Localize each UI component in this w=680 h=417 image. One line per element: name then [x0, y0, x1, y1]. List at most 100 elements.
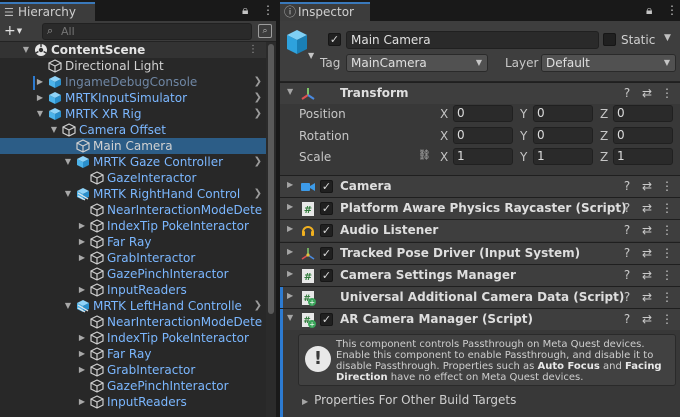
component-header[interactable]: ▼ # + ✓ AR Camera Manager (Script)? ⇄ ⋮ [280, 308, 680, 331]
rotation-y-field[interactable]: 0 [533, 127, 593, 144]
chevron-right-icon[interactable]: ▶ [287, 247, 293, 256]
open-prefab-icon[interactable]: ❯ [254, 74, 262, 90]
open-prefab-icon[interactable]: ❯ [254, 186, 262, 202]
help-icon[interactable]: ? [620, 201, 634, 215]
chevron-down-icon[interactable]: ▼ [664, 33, 671, 43]
hierarchy-search[interactable]: ⌕ [42, 23, 252, 40]
scale-z-field[interactable]: 1 [613, 148, 673, 165]
static-checkbox[interactable] [603, 33, 616, 46]
more-options-icon[interactable]: ⋮ [666, 3, 678, 17]
chevron-down-icon[interactable]: ▼ [62, 298, 74, 314]
layer-dropdown[interactable]: Default ▼ [541, 54, 676, 72]
scene-row[interactable]: ▼ ContentScene ⋮ [0, 42, 266, 58]
chevron-right-icon[interactable]: ▶ [34, 90, 46, 106]
chevron-down-icon[interactable]: ▼ [287, 313, 293, 322]
hierarchy-row[interactable]: ▼ MRTK XR Rig ❯ [0, 106, 266, 122]
hierarchy-row[interactable]: GazeInteractor [0, 170, 266, 186]
hierarchy-row[interactable]: GazePinchInteractor [0, 378, 266, 394]
more-options-icon[interactable]: ⋮ [660, 201, 674, 215]
chevron-right-icon[interactable]: ▶ [76, 394, 88, 410]
chevron-right-icon[interactable]: ▶ [76, 218, 88, 234]
chevron-down-icon[interactable]: ▼ [62, 154, 74, 170]
hierarchy-row[interactable]: ▶ IngameDebugConsole ❯ [0, 74, 266, 90]
hierarchy-row[interactable]: ▼ MRTK LeftHand Controlle ❯ [0, 298, 266, 314]
position-z-field[interactable]: 0 [613, 105, 673, 122]
help-icon[interactable]: ? [620, 268, 634, 282]
more-options-icon[interactable]: ⋮ [262, 3, 274, 17]
hierarchy-row[interactable]: ▶ IndexTip PokeInteractor [0, 330, 266, 346]
more-options-icon[interactable]: ⋮ [660, 86, 674, 100]
tab-inspector[interactable]: ⓘ Inspector [280, 2, 370, 21]
hierarchy-scrollbar[interactable] [266, 42, 276, 417]
position-x-field[interactable]: 0 [453, 105, 513, 122]
component-header[interactable]: ▶ ✓ Camera? ⇄ ⋮ [280, 175, 680, 197]
chevron-right-icon[interactable]: ▶ [287, 202, 293, 211]
component-enabled-checkbox[interactable]: ✓ [320, 224, 333, 237]
chevron-down-icon[interactable]: ▼ [48, 122, 60, 138]
chevron-right-icon[interactable]: ▶ [76, 362, 88, 378]
help-icon[interactable]: ? [620, 246, 634, 260]
scale-y-field[interactable]: 1 [533, 148, 593, 165]
scrollbar-thumb[interactable] [268, 44, 274, 314]
component-header[interactable]: ▶ # ✓ Platform Aware Physics Raycaster (Scr… [280, 197, 680, 219]
presets-icon[interactable]: ⇄ [640, 246, 654, 260]
chevron-down-icon[interactable]: ▼ [20, 42, 32, 58]
chevron-right-icon[interactable]: ▶ [76, 234, 88, 250]
tag-dropdown[interactable]: MainCamera ▼ [346, 54, 488, 72]
presets-icon[interactable]: ⇄ [640, 201, 654, 215]
hierarchy-row[interactable]: ▶ MRTKInputSimulator ❯ [0, 90, 266, 106]
component-enabled-checkbox[interactable]: ✓ [320, 180, 333, 193]
hierarchy-row[interactable]: Directional Light [0, 58, 266, 74]
chevron-right-icon[interactable]: ▶ [287, 269, 293, 278]
chevron-right-icon[interactable]: ▶ [76, 330, 88, 346]
scale-x-field[interactable]: 1 [453, 148, 513, 165]
component-header[interactable]: ▶ ✓ Audio Listener? ⇄ ⋮ [280, 219, 680, 241]
rotation-x-field[interactable]: 0 [453, 127, 513, 144]
presets-icon[interactable]: ⇄ [640, 86, 654, 100]
other-build-targets-foldout[interactable]: ▶ Properties For Other Build Targets [302, 393, 516, 407]
chevron-down-icon[interactable]: ▼ [287, 87, 293, 96]
more-options-icon[interactable]: ⋮ [248, 42, 258, 58]
presets-icon[interactable]: ⇄ [640, 223, 654, 237]
more-options-icon[interactable]: ⋮ [660, 312, 674, 326]
component-header[interactable]: ▶ ✓ Tracked Pose Driver (Input System)? ⇄ ⋮ [280, 242, 680, 264]
hierarchy-row[interactable]: ▶ InputReaders [0, 394, 266, 410]
presets-icon[interactable]: ⇄ [640, 312, 654, 326]
presets-icon[interactable]: ⇄ [640, 290, 654, 304]
active-checkbox[interactable]: ✓ [328, 33, 341, 46]
lock-icon[interactable]: 🔒︎ [646, 3, 652, 18]
presets-icon[interactable]: ⇄ [640, 268, 654, 282]
presets-icon[interactable]: ⇄ [640, 179, 654, 193]
open-prefab-icon[interactable]: ❯ [254, 106, 262, 122]
position-y-field[interactable]: 0 [533, 105, 593, 122]
gameobject-icon[interactable] [286, 29, 308, 55]
object-name-field[interactable]: Main Camera [346, 31, 599, 49]
search-input[interactable] [61, 25, 246, 38]
chevron-right-icon[interactable]: ▶ [287, 291, 293, 300]
lock-icon[interactable]: 🔒︎ [242, 3, 248, 18]
component-enabled-checkbox[interactable]: ✓ [320, 313, 333, 326]
chevron-right-icon[interactable]: ▶ [76, 346, 88, 362]
open-prefab-icon[interactable]: ❯ [254, 298, 262, 314]
open-prefab-icon[interactable]: ❯ [254, 154, 262, 170]
hierarchy-row[interactable]: ▶ Far Ray [0, 234, 266, 250]
more-options-icon[interactable]: ⋮ [660, 246, 674, 260]
chevron-right-icon[interactable]: ▶ [287, 180, 293, 189]
chevron-down-icon[interactable]: ▼ [34, 106, 46, 122]
component-header[interactable]: ▶ # + Universal Additional Camera Data (Scr… [280, 286, 680, 309]
chevron-right-icon[interactable]: ▶ [34, 74, 46, 90]
chevron-right-icon[interactable]: ▶ [76, 250, 88, 266]
hierarchy-row[interactable]: NearInteractionModeDete [0, 202, 266, 218]
hierarchy-row[interactable]: ▼ Camera Offset [0, 122, 266, 138]
help-icon[interactable]: ? [620, 223, 634, 237]
hierarchy-row[interactable]: ▶ Far Ray [0, 346, 266, 362]
more-options-icon[interactable]: ⋮ [660, 290, 674, 304]
help-icon[interactable]: ? [620, 86, 634, 100]
more-options-icon[interactable]: ⋮ [660, 179, 674, 193]
component-enabled-checkbox[interactable]: ✓ [320, 247, 333, 260]
hierarchy-row[interactable]: ▶ InputReaders [0, 282, 266, 298]
hierarchy-row[interactable]: NearInteractionModeDete [0, 314, 266, 330]
help-icon[interactable]: ? [620, 290, 634, 304]
add-object-button[interactable]: +▼ [4, 23, 22, 39]
open-prefab-icon[interactable]: ❯ [254, 90, 262, 106]
